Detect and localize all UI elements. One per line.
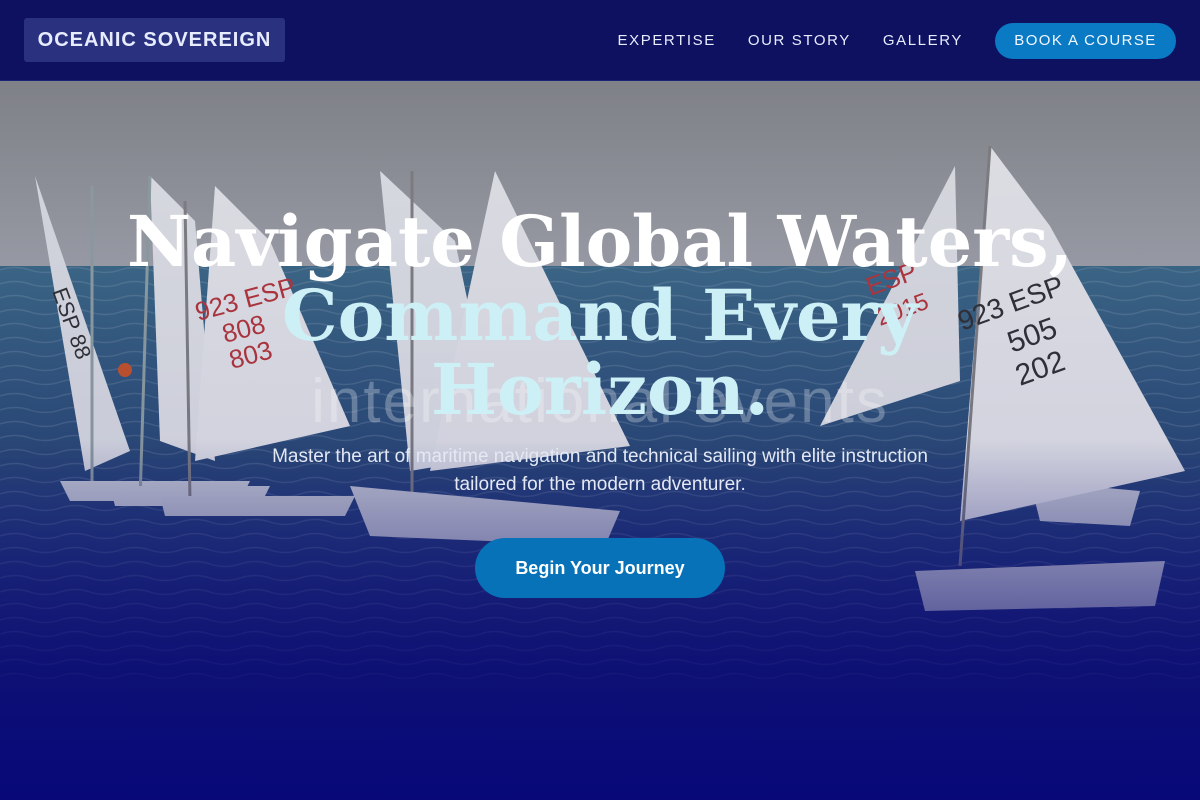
- brand-logo[interactable]: OCEANIC SOVEREIGN: [24, 18, 285, 62]
- nav-link-our-story[interactable]: OUR STORY: [748, 32, 851, 49]
- top-navigation-bar: OCEANIC SOVEREIGN EXPERTISE OUR STORY GA…: [0, 0, 1200, 81]
- book-course-button[interactable]: BOOK A COURSE: [995, 22, 1176, 59]
- headline-line-2: Command Every: [281, 274, 919, 357]
- headline-line-1: Navigate Global Waters,: [127, 200, 1073, 283]
- headline-line-3: Horizon.: [430, 348, 769, 431]
- hero-gradient-overlay: [0, 81, 1200, 800]
- hero-subtitle: Master the art of maritime navigation an…: [272, 446, 928, 495]
- nav-link-gallery[interactable]: GALLERY: [883, 32, 963, 49]
- hero-section: ESP 88 923 ESP 808 803 ESP 2015: [0, 81, 1200, 800]
- hero-headline: Navigate Global Waters, Command Every Ho…: [0, 205, 1200, 427]
- begin-journey-button[interactable]: Begin Your Journey: [475, 538, 725, 598]
- nav-links: EXPERTISE OUR STORY GALLERY BOOK A COURS…: [586, 0, 1176, 81]
- nav-link-expertise[interactable]: EXPERTISE: [618, 32, 716, 49]
